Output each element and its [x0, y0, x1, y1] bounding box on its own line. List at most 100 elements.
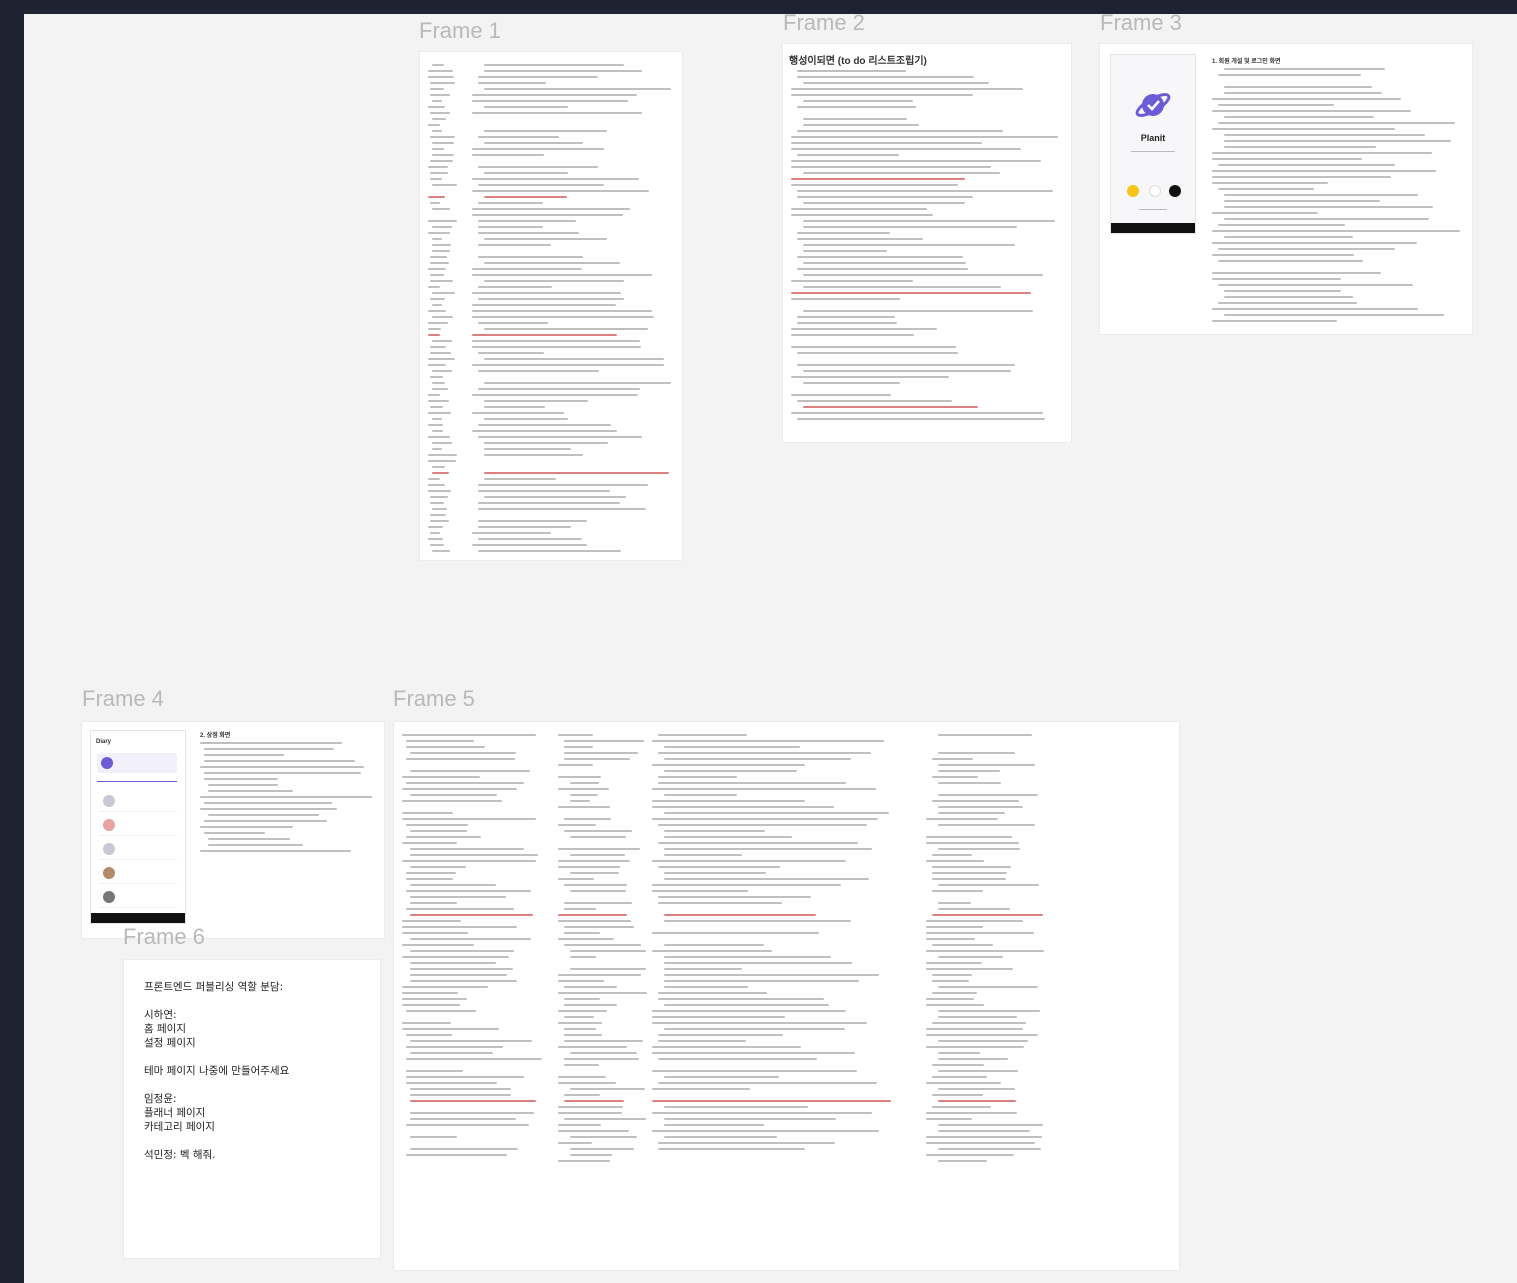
text-line: [938, 986, 1039, 988]
text-line: [484, 328, 648, 330]
text-line: [472, 190, 650, 192]
text-line: [803, 382, 901, 384]
text-line: [472, 178, 639, 180]
text-line: [797, 322, 897, 324]
text-line: [410, 938, 532, 940]
frame-5-text-lines: [394, 722, 1179, 1270]
text-line: [797, 106, 917, 108]
text-line: [652, 1100, 892, 1102]
text-line: [406, 1058, 542, 1060]
text-line: [410, 1148, 518, 1150]
text-line: [797, 352, 959, 354]
frame-3[interactable]: Planit 1. 회원 개설 및 로그인 화면: [1100, 44, 1472, 334]
text-line: [652, 1112, 872, 1114]
text-line: [664, 1118, 836, 1120]
text-line: [926, 1082, 1001, 1084]
text-line: [564, 926, 634, 928]
text-line: [652, 800, 806, 802]
text-line: [791, 142, 982, 144]
text-line: [558, 860, 630, 862]
text-line: [484, 406, 546, 408]
text-line: [402, 800, 503, 802]
text-line: [803, 286, 1002, 288]
design-canvas[interactable]: Frame 1 Frame 2 행성이되면 (to do 리스트조립기) Fra…: [24, 10, 1517, 1283]
text-line: [558, 1010, 608, 1012]
frame-6[interactable]: 프론트엔드 퍼블리싱 역할 분담: 시하연: 홈 페이지 설정 페이지 테마 페…: [124, 960, 380, 1258]
text-line: [204, 748, 334, 750]
text-line: [204, 760, 355, 762]
text-line: [926, 1142, 1036, 1144]
text-line: [428, 268, 446, 270]
text-line: [803, 82, 989, 84]
text-line: [926, 998, 975, 1000]
text-line: [428, 232, 450, 234]
frame-6-title[interactable]: Frame 6: [123, 924, 205, 950]
text-line: [428, 436, 450, 438]
frame-2-title[interactable]: Frame 2: [783, 10, 865, 36]
frame-2[interactable]: 행성이되면 (to do 리스트조립기): [783, 44, 1071, 442]
text-line: [1224, 290, 1341, 292]
text-line: [472, 268, 582, 270]
text-line: [428, 478, 441, 480]
text-line: [652, 1088, 751, 1090]
text-line: [564, 902, 633, 904]
text-line: [791, 178, 965, 180]
frame-1[interactable]: [420, 52, 682, 560]
text-line: [472, 310, 652, 312]
text-line: [938, 752, 1015, 754]
frame-4[interactable]: Diary 2. 상점 화면: [82, 722, 384, 938]
top-bar: [0, 0, 1517, 14]
frame-4-title[interactable]: Frame 4: [82, 686, 164, 712]
text-line: [652, 1046, 801, 1048]
text-line: [1224, 236, 1353, 238]
text-line: [558, 1082, 616, 1084]
frame-5-title[interactable]: Frame 5: [393, 686, 475, 712]
text-line: [432, 508, 448, 510]
text-line: [1224, 86, 1373, 88]
text-line: [432, 472, 450, 474]
text-line: [428, 358, 455, 360]
text-line: [664, 1004, 829, 1006]
text-line: [428, 538, 443, 540]
frame-3-title[interactable]: Frame 3: [1100, 10, 1182, 36]
text-line: [472, 274, 652, 276]
text-line: [208, 790, 294, 792]
text-line: [797, 154, 900, 156]
text-line: [432, 238, 442, 240]
text-line: [428, 364, 446, 366]
text-line: [472, 112, 642, 114]
text-line: [926, 1028, 1023, 1030]
text-line: [664, 878, 870, 880]
text-line: [472, 316, 655, 318]
frame-2-text-lines: [783, 44, 1071, 442]
text-line: [926, 926, 984, 928]
text-line: [402, 944, 474, 946]
text-line: [791, 346, 957, 348]
frame-5[interactable]: [394, 722, 1179, 1270]
text-line: [1218, 260, 1363, 262]
text-line: [932, 944, 994, 946]
text-line: [478, 526, 571, 528]
frame-1-title[interactable]: Frame 1: [419, 18, 501, 44]
text-line: [430, 544, 444, 546]
text-line: [1212, 254, 1354, 256]
text-line: [484, 88, 672, 90]
text-line: [410, 974, 508, 976]
text-line: [430, 256, 448, 258]
text-line: [410, 968, 514, 970]
text-line: [432, 64, 445, 66]
text-line: [484, 472, 670, 474]
text-line: [402, 1004, 461, 1006]
text-line: [478, 352, 545, 354]
text-line: [570, 1154, 613, 1156]
text-line: [658, 1142, 835, 1144]
text-line: [791, 292, 1032, 294]
text-line: [484, 172, 568, 174]
text-line: [564, 818, 611, 820]
text-line: [791, 298, 900, 300]
text-line: [402, 920, 461, 922]
text-line: [938, 794, 1039, 796]
text-line: [570, 968, 646, 970]
text-line: [926, 842, 1019, 844]
text-line: [428, 166, 449, 168]
